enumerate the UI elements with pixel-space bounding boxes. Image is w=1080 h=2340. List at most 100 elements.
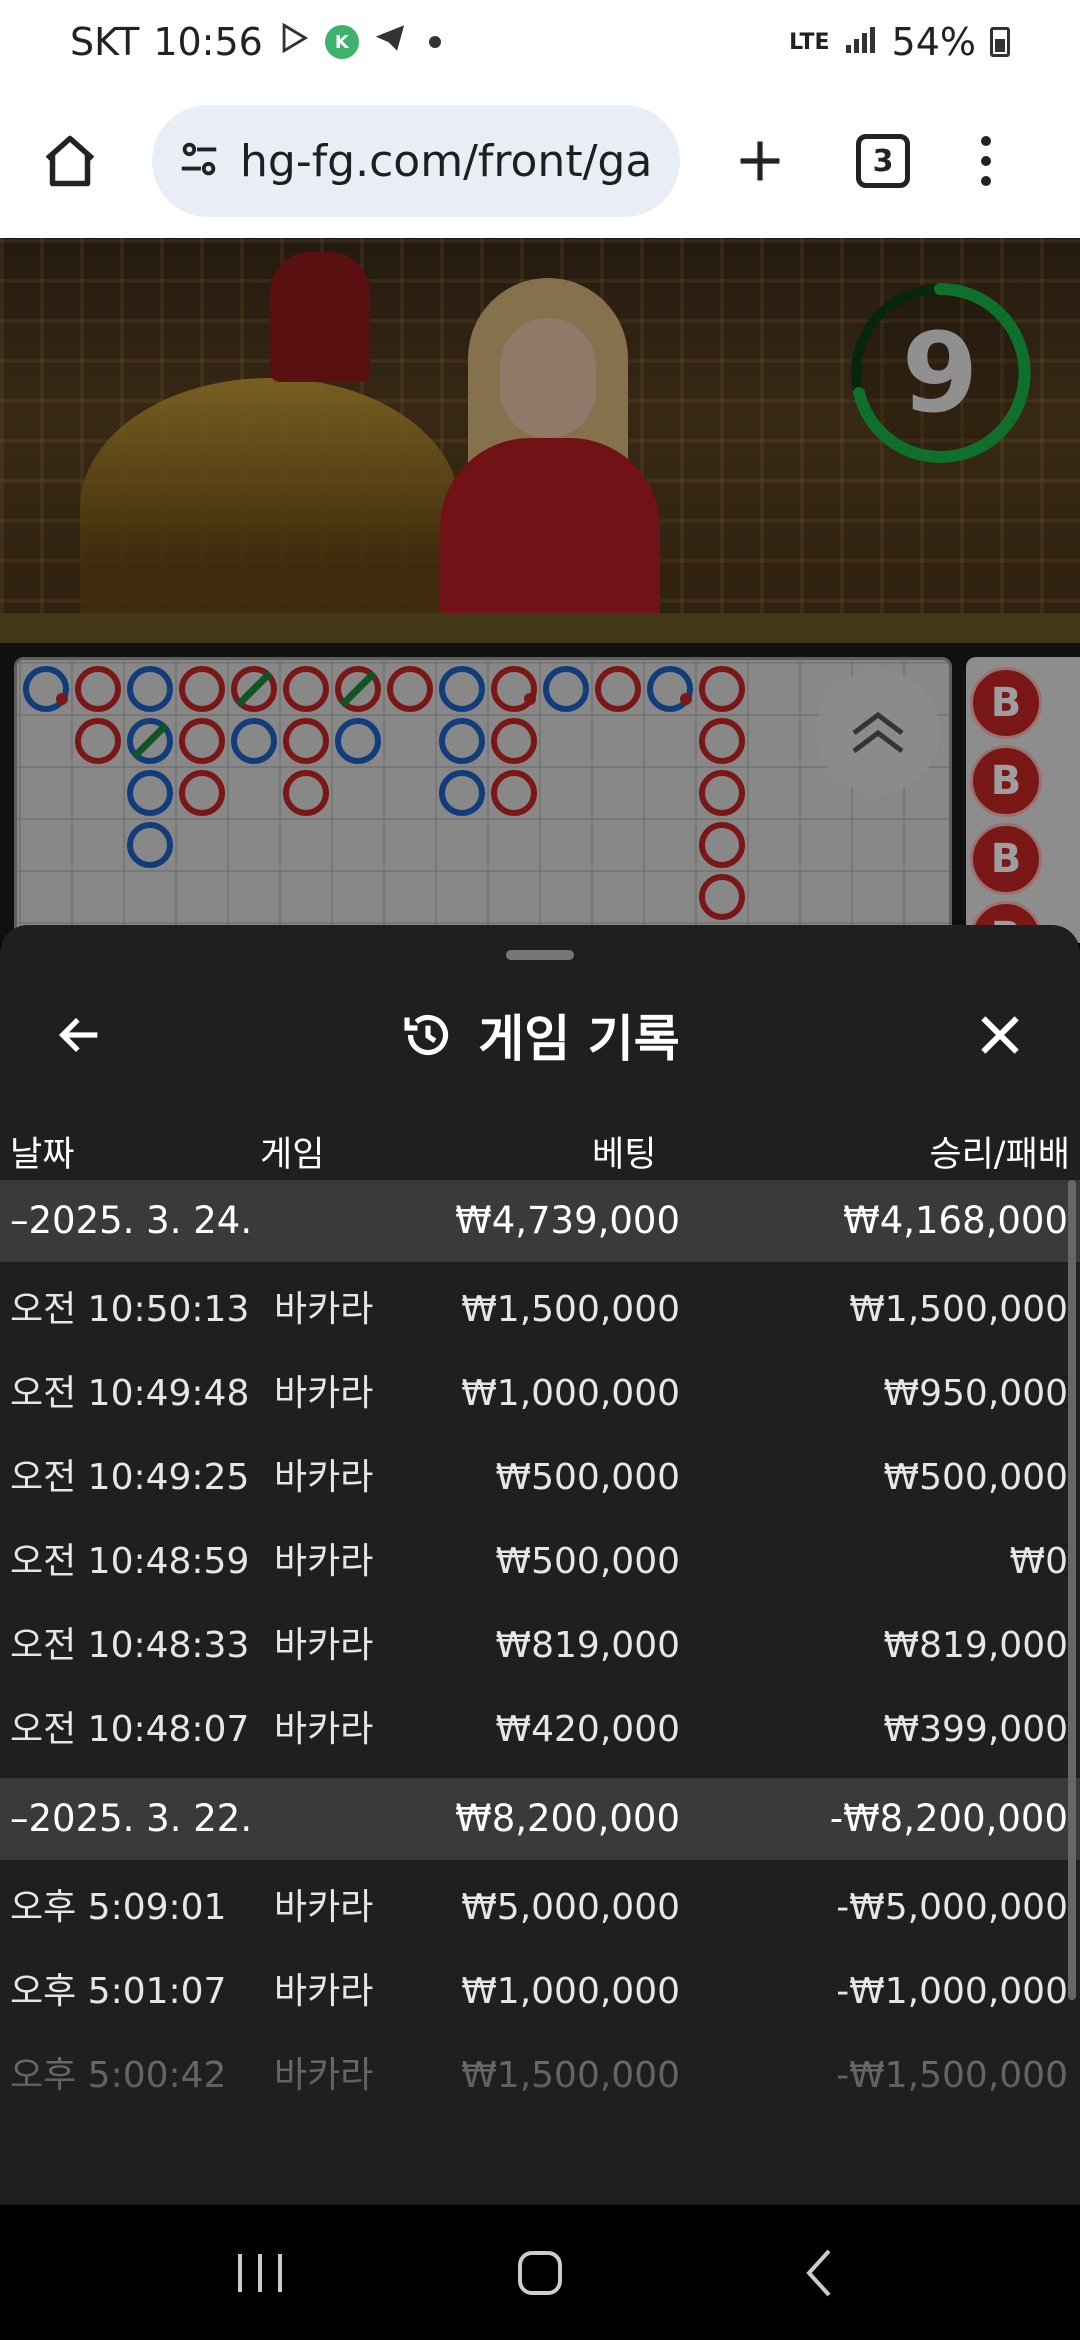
banker-marker [283,666,329,712]
row-game: 바카라 [274,1289,374,1330]
banker-marker [699,770,745,816]
tie-slash [131,722,169,760]
banker-marker [491,718,537,764]
banker-marker: B [970,823,1042,895]
row-win-loss: ₩500,000 [883,1457,1068,1498]
group-date: –2025. 3. 22. [10,1797,253,1840]
carrier: SKT [70,20,140,64]
new-tab-button[interactable] [720,121,800,201]
browser-menu-button[interactable] [966,121,1006,201]
app-notification-icon: K [324,25,359,59]
pair-dot [524,693,536,705]
row-bet: ₩5,000,000 [461,1887,680,1928]
banker-marker [699,874,745,920]
home-button[interactable] [30,121,110,201]
banker-marker [387,666,433,712]
site-settings-icon[interactable] [176,136,222,186]
history-row[interactable]: 오전 10:48:33 바카라 ₩819,000 ₩819,000 [0,1604,1080,1688]
group-bet-total: ₩4,739,000 [455,1199,680,1242]
player-marker [127,822,173,868]
history-row[interactable]: 오전 10:50:13 바카라 ₩1,500,000 ₩1,500,000 [0,1268,1080,1352]
banker-marker [699,666,745,712]
countdown-number: 9 [901,309,979,437]
history-row[interactable]: 오후 5:01:07 바카라 ₩1,000,000 -₩1,000,000 [0,1950,1080,2034]
expand-button[interactable] [816,670,940,794]
row-time: 오전 10:48:33 [10,1625,250,1666]
more-notifications-icon [428,36,441,48]
row-bet: ₩500,000 [495,1541,680,1582]
sheet-handle[interactable] [506,950,574,960]
row-game: 바카라 [274,1541,374,1582]
player-marker [439,718,485,764]
clock: 10:56 [153,20,263,64]
banker-marker [75,718,121,764]
url-text[interactable]: hg-fg.com/front/gam [240,136,656,187]
plus-icon [740,141,780,181]
sheet-header: 게임 기록 [0,980,1080,1090]
player-marker [335,718,381,764]
row-win-loss: ₩950,000 [883,1373,1068,1414]
game-history-sheet: 게임 기록 날짜 게임 베팅 승리/패배 –2025. 3. 24. ₩4,73… [0,925,1080,2205]
banker-marker [699,822,745,868]
pair-dot [680,693,692,705]
background-dealer [270,252,370,382]
back-nav-icon [806,2249,831,2296]
group-bet-total: ₩8,200,000 [455,1797,680,1840]
row-bet: ₩819,000 [495,1625,680,1666]
recent-apps-button[interactable] [210,2223,310,2323]
history-row[interactable]: 오후 5:09:01 바카라 ₩5,000,000 -₩5,000,000 [0,1866,1080,1950]
date-group-header[interactable]: –2025. 3. 24. ₩4,739,000 ₩4,168,000 [0,1180,1080,1262]
row-win-loss: ₩399,000 [883,1709,1068,1750]
row-bet: ₩1,500,000 [461,1289,680,1330]
banker-marker [283,770,329,816]
row-game: 바카라 [274,2055,374,2096]
history-row[interactable]: 오후 5:00:42 바카라 ₩1,500,000 -₩1,500,000 [0,2034,1080,2118]
row-time: 오전 10:50:13 [10,1289,250,1330]
row-time: 오후 5:01:07 [10,1971,227,2012]
tab-switcher-button[interactable]: 3 [856,134,910,188]
home-nav-button[interactable] [490,2223,590,2323]
group-win-total: -₩8,200,000 [829,1797,1068,1840]
banker-marker [179,718,225,764]
row-time: 오후 5:09:01 [10,1887,227,1928]
status-bar: SKT 10:56 K LTE 54% [0,0,1080,84]
player-marker [127,770,173,816]
dealer [440,278,680,643]
banker-marker: B [970,745,1042,817]
row-time: 오전 10:48:07 [10,1709,250,1750]
back-nav-button[interactable] [770,2223,870,2323]
row-game: 바카라 [274,1625,374,1666]
system-nav-bar [0,2205,1080,2340]
row-game: 바카라 [274,1709,374,1750]
date-group-header[interactable]: –2025. 3. 22. ₩8,200,000 -₩8,200,000 [0,1778,1080,1860]
row-game: 바카라 [274,1887,374,1928]
row-win-loss: ₩0 [1009,1541,1069,1582]
history-row[interactable]: 오전 10:49:25 바카라 ₩500,000 ₩500,000 [0,1436,1080,1520]
close-icon [981,1016,1019,1054]
close-button[interactable] [970,1005,1030,1065]
address-bar[interactable]: hg-fg.com/front/gam [152,105,680,217]
banker-marker [595,666,641,712]
scrollbar[interactable] [1068,1180,1076,2000]
banker-marker [699,718,745,764]
tie-slash [339,670,377,708]
telegram-icon [373,20,407,64]
history-row[interactable]: 오전 10:49:48 바카라 ₩1,000,000 ₩950,000 [0,1352,1080,1436]
battery-icon [990,27,1010,57]
browser-toolbar: hg-fg.com/front/gam 3 [0,84,1080,238]
banker-marker [491,770,537,816]
history-row[interactable]: 오전 10:48:07 바카라 ₩420,000 ₩399,000 [0,1688,1080,1772]
banker-marker [179,666,225,712]
status-left: SKT 10:56 K [70,20,441,64]
lte-label: LTE [789,29,830,55]
play-store-icon [277,20,311,64]
sheet-title: 게임 기록 [478,1010,680,1068]
row-bet: ₩500,000 [495,1457,680,1498]
tie-slash [235,670,273,708]
history-row[interactable]: 오전 10:48:59 바카라 ₩500,000 ₩0 [0,1520,1080,1604]
signal-icon [844,20,878,64]
player-marker [231,718,277,764]
row-win-loss: -₩1,000,000 [836,1971,1068,2012]
home-nav-icon [518,2250,562,2295]
player-marker [543,666,589,712]
